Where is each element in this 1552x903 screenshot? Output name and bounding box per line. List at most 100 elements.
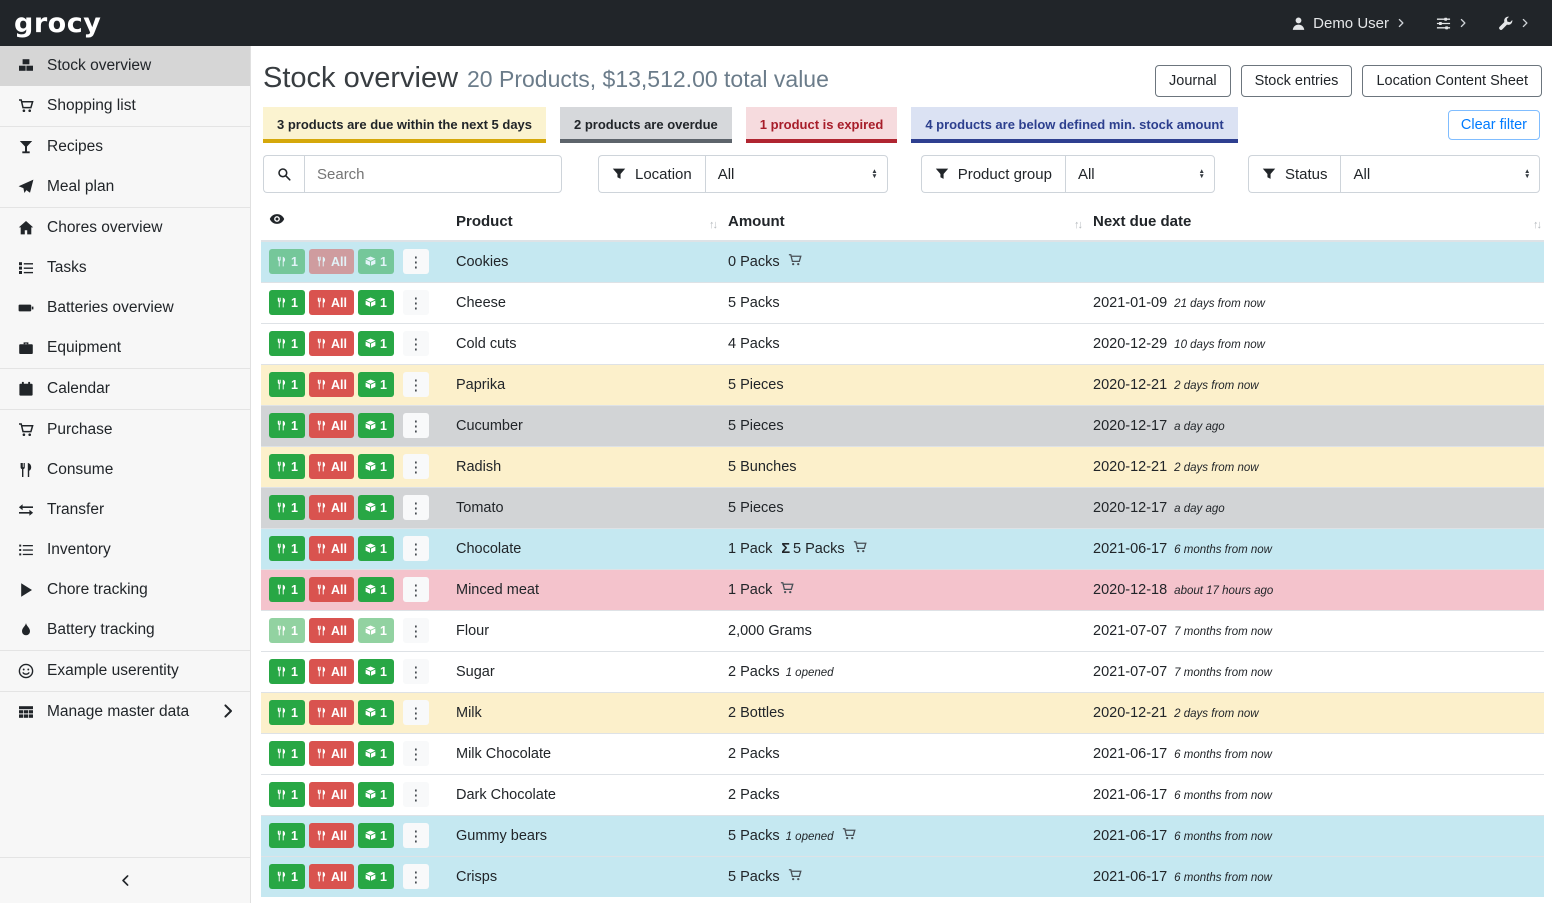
consume-all-button[interactable]: All bbox=[309, 741, 354, 766]
sidebar-item-meal-plan[interactable]: Meal plan bbox=[0, 167, 250, 207]
settings-menu[interactable] bbox=[1436, 16, 1468, 31]
open-one-button[interactable]: 1 bbox=[358, 659, 394, 684]
sort-icon[interactable]: ↑↓ bbox=[1074, 219, 1081, 231]
row-menu-button[interactable]: ⋮ bbox=[403, 782, 429, 807]
open-one-button[interactable]: 1 bbox=[358, 782, 394, 807]
product-name[interactable]: Milk bbox=[456, 705, 482, 721]
eye-icon[interactable] bbox=[269, 211, 285, 227]
consume-all-button[interactable]: All bbox=[309, 782, 354, 807]
consume-all-button[interactable]: All bbox=[309, 577, 354, 602]
row-menu-button[interactable]: ⋮ bbox=[403, 249, 429, 274]
open-one-button[interactable]: 1 bbox=[358, 618, 394, 643]
consume-all-button[interactable]: All bbox=[309, 700, 354, 725]
consume-one-button[interactable]: 1 bbox=[269, 290, 305, 315]
consume-one-button[interactable]: 1 bbox=[269, 536, 305, 561]
open-one-button[interactable]: 1 bbox=[358, 372, 394, 397]
row-menu-button[interactable]: ⋮ bbox=[403, 864, 429, 889]
open-one-button[interactable]: 1 bbox=[358, 454, 394, 479]
product-name[interactable]: Tomato bbox=[456, 500, 504, 516]
open-one-button[interactable]: 1 bbox=[358, 700, 394, 725]
column-product[interactable]: Product bbox=[456, 213, 513, 230]
row-menu-button[interactable]: ⋮ bbox=[403, 495, 429, 520]
sidebar-item-example-userentity[interactable]: Example userentity bbox=[0, 651, 250, 691]
consume-one-button[interactable]: 1 bbox=[269, 864, 305, 889]
column-next-due-date[interactable]: Next due date bbox=[1093, 213, 1191, 230]
sidebar-item-shopping-list[interactable]: Shopping list bbox=[0, 86, 250, 126]
product-name[interactable]: Cheese bbox=[456, 295, 506, 311]
product-name[interactable]: Paprika bbox=[456, 377, 505, 393]
sort-icon[interactable]: ↑↓ bbox=[709, 219, 716, 231]
location-content-sheet-button[interactable]: Location Content Sheet bbox=[1362, 65, 1542, 97]
consume-one-button[interactable]: 1 bbox=[269, 413, 305, 438]
sort-icon[interactable]: ↑↓ bbox=[1533, 219, 1540, 231]
row-menu-button[interactable]: ⋮ bbox=[403, 741, 429, 766]
consume-one-button[interactable]: 1 bbox=[269, 659, 305, 684]
journal-button[interactable]: Journal bbox=[1155, 65, 1231, 97]
row-menu-button[interactable]: ⋮ bbox=[403, 290, 429, 315]
clear-filter-button[interactable]: Clear filter bbox=[1448, 110, 1540, 140]
row-menu-button[interactable]: ⋮ bbox=[403, 372, 429, 397]
banner-info[interactable]: 4 products are below defined min. stock … bbox=[911, 107, 1237, 143]
row-menu-button[interactable]: ⋮ bbox=[403, 659, 429, 684]
consume-all-button[interactable]: All bbox=[309, 331, 354, 356]
open-one-button[interactable]: 1 bbox=[358, 823, 394, 848]
open-one-button[interactable]: 1 bbox=[358, 413, 394, 438]
product-name[interactable]: Sugar bbox=[456, 664, 495, 680]
product-name[interactable]: Cucumber bbox=[456, 418, 523, 434]
open-one-button[interactable]: 1 bbox=[358, 864, 394, 889]
product-group-filter-select[interactable]: All▲▼ bbox=[1065, 155, 1215, 193]
banner-warning[interactable]: 3 products are due within the next 5 day… bbox=[263, 107, 546, 143]
consume-all-button[interactable]: All bbox=[309, 290, 354, 315]
consume-one-button[interactable]: 1 bbox=[269, 495, 305, 520]
sidebar-item-equipment[interactable]: Equipment bbox=[0, 328, 250, 368]
open-one-button[interactable]: 1 bbox=[358, 249, 394, 274]
product-name[interactable]: Radish bbox=[456, 459, 501, 475]
consume-one-button[interactable]: 1 bbox=[269, 331, 305, 356]
product-name[interactable]: Minced meat bbox=[456, 582, 539, 598]
sidebar-item-stock-overview[interactable]: Stock overview bbox=[0, 46, 250, 86]
sidebar-item-manage-master-data[interactable]: Manage master data bbox=[0, 692, 250, 732]
consume-all-button[interactable]: All bbox=[309, 454, 354, 479]
row-menu-button[interactable]: ⋮ bbox=[403, 618, 429, 643]
consume-all-button[interactable]: All bbox=[309, 372, 354, 397]
consume-one-button[interactable]: 1 bbox=[269, 249, 305, 274]
sidebar-item-recipes[interactable]: Recipes bbox=[0, 127, 250, 167]
consume-all-button[interactable]: All bbox=[309, 495, 354, 520]
sidebar-item-battery-tracking[interactable]: Battery tracking bbox=[0, 610, 250, 650]
stock-entries-button[interactable]: Stock entries bbox=[1241, 65, 1353, 97]
row-menu-button[interactable]: ⋮ bbox=[403, 577, 429, 602]
location-filter-select[interactable]: All▲▼ bbox=[705, 155, 888, 193]
row-menu-button[interactable]: ⋮ bbox=[403, 823, 429, 848]
sidebar-item-chores-overview[interactable]: Chores overview bbox=[0, 208, 250, 248]
consume-all-button[interactable]: All bbox=[309, 864, 354, 889]
consume-one-button[interactable]: 1 bbox=[269, 782, 305, 807]
product-name[interactable]: Dark Chocolate bbox=[456, 787, 556, 803]
open-one-button[interactable]: 1 bbox=[358, 536, 394, 561]
open-one-button[interactable]: 1 bbox=[358, 577, 394, 602]
sidebar-item-transfer[interactable]: Transfer bbox=[0, 490, 250, 530]
app-logo[interactable]: grocy bbox=[14, 8, 101, 39]
consume-all-button[interactable]: All bbox=[309, 659, 354, 684]
search-input[interactable] bbox=[304, 155, 562, 193]
sidebar-item-consume[interactable]: Consume bbox=[0, 450, 250, 490]
banner-secondary[interactable]: 2 products are overdue bbox=[560, 107, 732, 143]
sidebar-item-chore-tracking[interactable]: Chore tracking bbox=[0, 570, 250, 610]
consume-one-button[interactable]: 1 bbox=[269, 618, 305, 643]
product-name[interactable]: Cookies bbox=[456, 254, 508, 270]
row-menu-button[interactable]: ⋮ bbox=[403, 454, 429, 479]
sidebar-item-tasks[interactable]: Tasks bbox=[0, 248, 250, 288]
sidebar-item-calendar[interactable]: Calendar bbox=[0, 369, 250, 409]
sidebar-item-inventory[interactable]: Inventory bbox=[0, 530, 250, 570]
row-menu-button[interactable]: ⋮ bbox=[403, 331, 429, 356]
product-name[interactable]: Milk Chocolate bbox=[456, 746, 551, 762]
user-menu[interactable]: Demo User bbox=[1291, 15, 1406, 32]
consume-all-button[interactable]: All bbox=[309, 823, 354, 848]
status-filter-select[interactable]: All▲▼ bbox=[1340, 155, 1540, 193]
consume-one-button[interactable]: 1 bbox=[269, 741, 305, 766]
product-name[interactable]: Crisps bbox=[456, 869, 497, 885]
sidebar-item-purchase[interactable]: Purchase bbox=[0, 410, 250, 450]
open-one-button[interactable]: 1 bbox=[358, 290, 394, 315]
consume-all-button[interactable]: All bbox=[309, 618, 354, 643]
banner-danger[interactable]: 1 product is expired bbox=[746, 107, 898, 143]
row-menu-button[interactable]: ⋮ bbox=[403, 536, 429, 561]
